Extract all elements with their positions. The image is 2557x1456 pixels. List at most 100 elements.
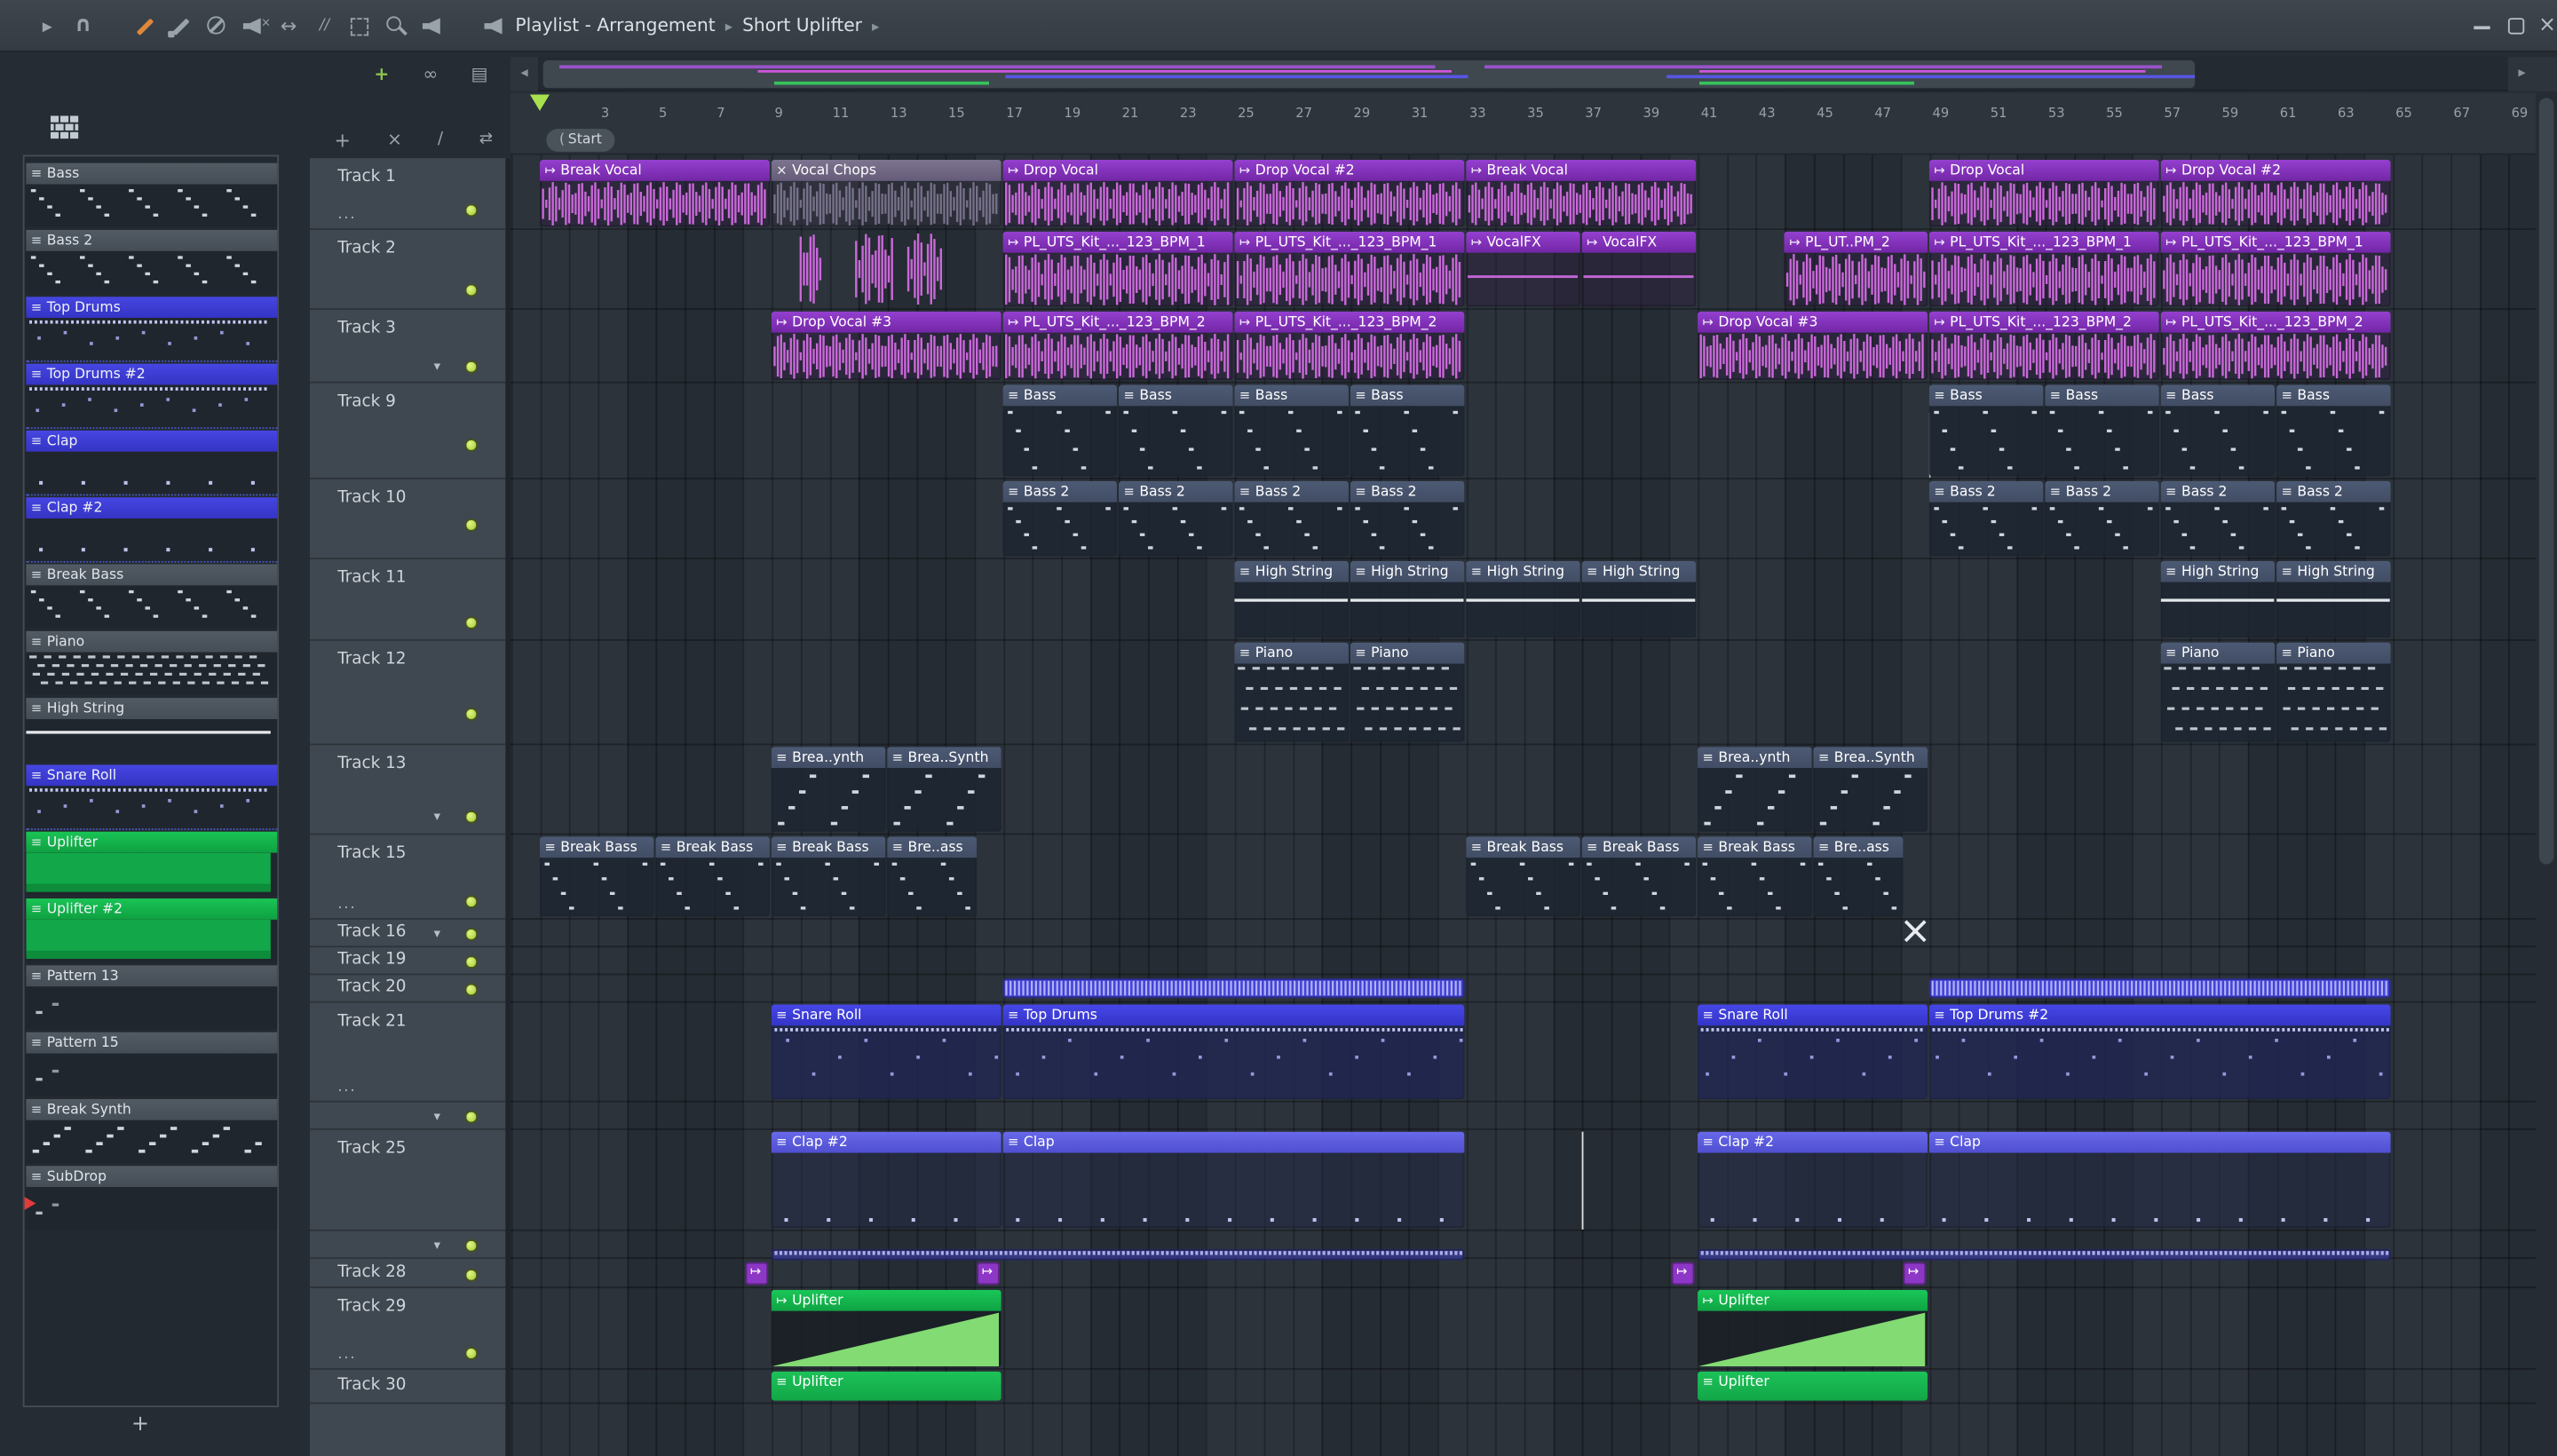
swap-tool-icon[interactable]: ⇄ (473, 127, 499, 153)
clip-high-string[interactable]: ≡ High String (2160, 560, 2275, 638)
clip-pl-uts-kit-123-bpm-2[interactable]: ↦ PL_UTS_Kit_..._123_BPM_2 (1234, 311, 1464, 380)
clip-strip2[interactable] (1698, 1248, 2390, 1261)
delete-icon[interactable] (202, 12, 232, 41)
keyboard-icon[interactable]: ▤ (466, 62, 492, 88)
clip-clap[interactable]: ≡ Clap (1928, 1131, 2390, 1229)
track-header[interactable]: ▾ (309, 1231, 506, 1259)
clip-break-bass[interactable]: ≡ Break Bass (1698, 836, 1811, 917)
paintbrush-icon[interactable] (166, 12, 195, 41)
clip-pl-ut-pm-2[interactable]: ↦ PL_UT..PM_2 (1784, 231, 1928, 307)
clip-bass[interactable]: ≡ Bass (1928, 384, 2043, 477)
clip-break-vocal[interactable]: ↦ Break Vocal (539, 159, 770, 227)
clip-bass-2[interactable]: ≡ Bass 2 (2160, 480, 2275, 557)
clip-mini[interactable]: ↦ (1903, 1262, 1928, 1286)
close-button[interactable]: × (2531, 0, 2557, 52)
track-header-track-12[interactable]: Track 12 (309, 641, 506, 746)
clip-break-bass[interactable]: ≡ Break Bass (539, 836, 653, 917)
clip-mini[interactable]: ↦ (977, 1262, 1001, 1286)
clip-top-drums[interactable]: ≡ Top Drums (1002, 1004, 1464, 1099)
clip-pl-uts-kit-123-bpm-1[interactable]: ↦ PL_UTS_Kit_..._123_BPM_1 (2160, 231, 2390, 307)
picker-item-pattern-13[interactable]: ≡ Pattern 13 (26, 965, 278, 1030)
track-header-track-28[interactable]: Track 28 (309, 1259, 506, 1289)
track-name[interactable]: Track 11 (337, 569, 406, 587)
track-name[interactable]: Track 12 (337, 651, 406, 669)
clip-mini[interactable]: ↦ (745, 1262, 769, 1286)
clip-bass[interactable]: ≡ Bass (1118, 384, 1232, 477)
track-header-track-21[interactable]: Track 21... (309, 1003, 506, 1103)
clip-pl-uts-kit-123-bpm-2[interactable]: ↦ PL_UTS_Kit_..._123_BPM_2 (1928, 311, 2158, 380)
start-time-marker[interactable]: (Start (546, 129, 615, 152)
clip-chop[interactable] (852, 232, 893, 306)
clip-high-string[interactable]: ≡ High String (2276, 560, 2390, 638)
track-led[interactable] (464, 810, 479, 824)
track-header[interactable]: ▾ (309, 1103, 506, 1130)
clip-bass-2[interactable]: ≡ Bass 2 (1118, 480, 1232, 557)
picker-item-top-drums-2[interactable]: ≡ Top Drums #2 (26, 363, 278, 430)
add-track-button[interactable]: + (329, 127, 355, 153)
preview-icon[interactable] (417, 12, 447, 41)
track-led[interactable] (464, 203, 479, 218)
track-name[interactable]: Track 2 (337, 240, 396, 257)
track-name[interactable]: Track 1 (337, 168, 396, 186)
clip-uplifter[interactable]: ≡ Uplifter (1698, 1371, 1928, 1401)
move-tool-icon[interactable]: + (368, 62, 394, 88)
time-stretch-icon[interactable]: ↔ (274, 12, 304, 41)
maximize-button[interactable] (2500, 0, 2533, 52)
track-name[interactable]: Track 21 (337, 1013, 406, 1031)
mute-icon[interactable]: × (238, 12, 271, 41)
clip-bass[interactable]: ≡ Bass (2160, 384, 2275, 477)
headphones-icon[interactable]: ∩ (68, 12, 98, 41)
clip-drop-vocal-3[interactable]: ↦ Drop Vocal #3 (1698, 311, 1928, 380)
track-header-track-1[interactable]: Track 1... (309, 158, 506, 230)
clip-bass[interactable]: ≡ Bass (2276, 384, 2390, 477)
clip-top-drums-2[interactable]: ≡ Top Drums #2 (1928, 1004, 2390, 1099)
clip-drop-vocal-3[interactable]: ↦ Drop Vocal #3 (771, 311, 1001, 380)
clip-pl-uts-kit-123-bpm-2[interactable]: ↦ PL_UTS_Kit_..._123_BPM_2 (2160, 311, 2390, 380)
picker-add-button[interactable]: + (127, 1412, 153, 1438)
track-name[interactable]: Track 25 (337, 1140, 406, 1158)
clip-snare-roll[interactable]: ≡ Snare Roll (771, 1004, 1001, 1099)
breadcrumb-playlist[interactable]: Playlist - Arrangement (515, 15, 715, 36)
minimap-thumb[interactable] (542, 59, 2196, 89)
track-led[interactable] (464, 895, 479, 909)
clip-bass[interactable]: ≡ Bass (2045, 384, 2158, 477)
track-led[interactable] (464, 1347, 479, 1360)
track-led[interactable] (464, 982, 479, 996)
clip-drop-vocal-2[interactable]: ↦ Drop Vocal #2 (1234, 159, 1464, 227)
track-header-track-10[interactable]: Track 10 (309, 479, 506, 559)
target-speaker-icon[interactable] (479, 12, 509, 41)
track-name[interactable]: Track 3 (337, 320, 396, 337)
track-header-track-25[interactable]: Track 25 (309, 1130, 506, 1231)
track-name[interactable]: Track 19 (337, 951, 406, 969)
vertical-scrollbar[interactable] (2536, 92, 2557, 1456)
picker-item-pattern-15[interactable]: ≡ Pattern 15 (26, 1032, 278, 1097)
track-name[interactable]: Track 16 (337, 923, 406, 941)
collapse-arrow-icon[interactable]: ▾ (434, 359, 440, 374)
track-name[interactable]: Track 20 (337, 978, 406, 996)
clip-brea-synth[interactable]: ≡ Brea..Synth (887, 747, 1001, 832)
track-header-track-20[interactable]: Track 20 (309, 975, 506, 1003)
picker-item-high-string[interactable]: ≡ High String (26, 698, 278, 763)
track-header-track-9[interactable]: Track 9 (309, 384, 506, 479)
clip-break-bass[interactable]: ≡ Break Bass (771, 836, 885, 917)
clip-bass-2[interactable]: ≡ Bass 2 (1928, 480, 2043, 557)
clip-drop-vocal[interactable]: ↦ Drop Vocal (1928, 159, 2158, 227)
clip-piano[interactable]: ≡ Piano (1350, 642, 1464, 742)
collapse-arrow-icon[interactable]: ▾ (434, 1108, 440, 1123)
clip-strip[interactable] (1002, 978, 1464, 999)
picker-item-clap-2[interactable]: ≡ Clap #2 (26, 497, 278, 563)
picker-item-uplifter-2[interactable]: ≡ Uplifter #2 (26, 898, 278, 963)
picker-item-uplifter[interactable]: ≡ Uplifter (26, 831, 278, 897)
play-icon[interactable]: ▸ (33, 12, 62, 41)
clip-bass-2[interactable]: ≡ Bass 2 (1002, 480, 1117, 557)
track-led[interactable] (464, 438, 479, 452)
clip-bass-2[interactable]: ≡ Bass 2 (1350, 480, 1464, 557)
minimize-button[interactable] (2466, 0, 2498, 52)
picker-item-clap[interactable]: ≡ Clap (26, 430, 278, 496)
clip-clap-2[interactable]: ≡ Clap #2 (1698, 1131, 1928, 1229)
clip-bre-ass[interactable]: ≡ Bre..ass (1813, 836, 1904, 917)
picker-item-break-bass[interactable]: ≡ Break Bass (26, 564, 278, 629)
clip-vocal-chops[interactable]: × Vocal Chops (771, 159, 1001, 227)
track-led[interactable] (464, 1109, 479, 1123)
clip-clap-2[interactable]: ≡ Clap #2 (771, 1131, 1001, 1229)
